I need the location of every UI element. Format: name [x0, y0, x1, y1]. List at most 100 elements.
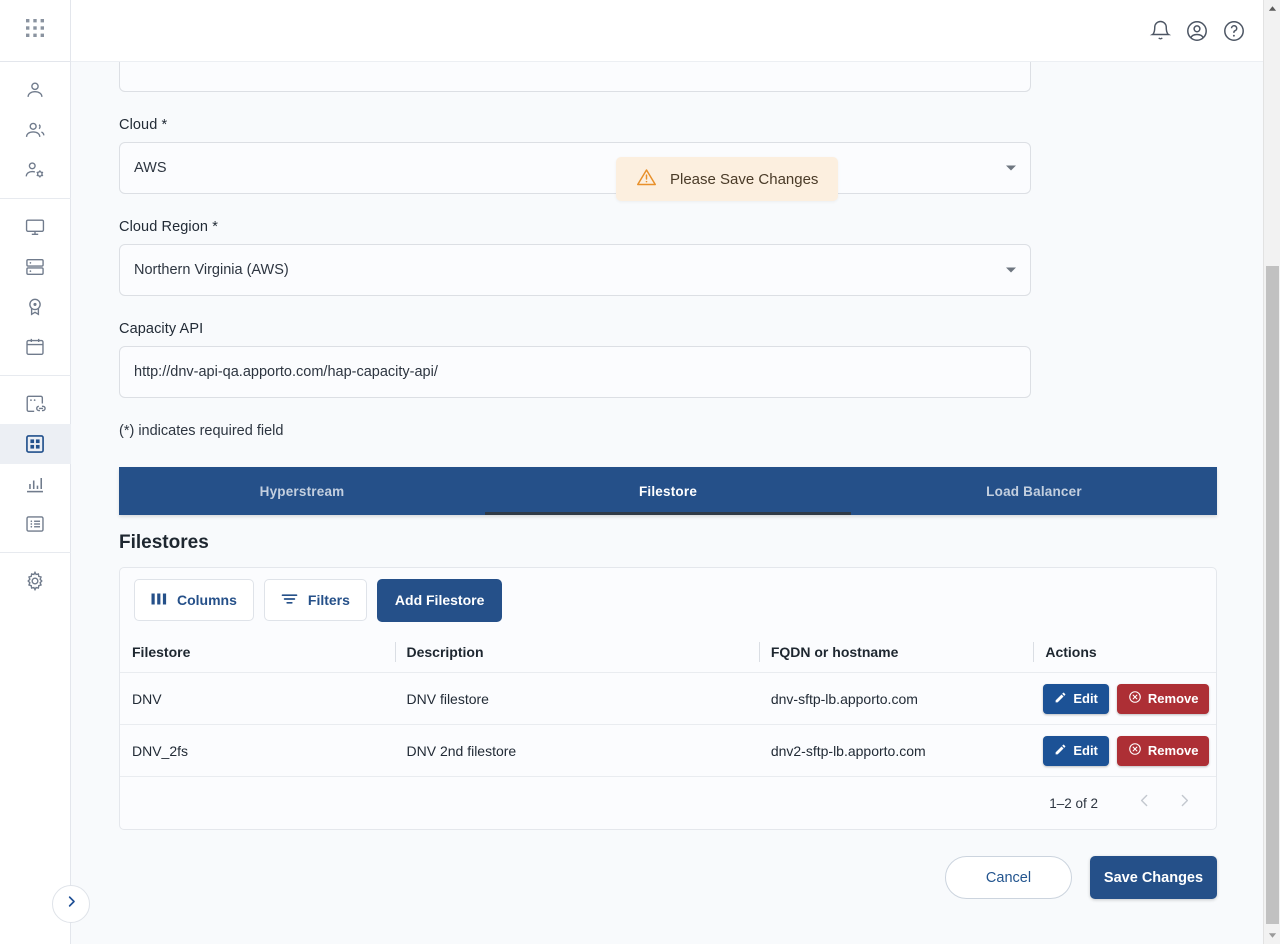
save-changes-button[interactable]: Save Changes [1090, 856, 1217, 899]
app-root: Please Save Changes Cloud * AWS Cloud Re… [0, 0, 1280, 944]
sidebar-item-servers[interactable] [0, 247, 71, 287]
cloud-label: Cloud * [119, 117, 168, 133]
calendar-icon [24, 336, 46, 358]
sidebar-item-reports[interactable] [0, 464, 71, 504]
sidebar-group-platform [0, 376, 71, 553]
pagination-next-button[interactable] [1166, 785, 1202, 821]
cloud-value: AWS [134, 160, 167, 176]
tab-filestore[interactable]: Filestore [485, 467, 851, 515]
circle-x-icon [1128, 742, 1142, 759]
remove-button[interactable]: Remove [1116, 735, 1210, 766]
cancel-button[interactable]: Cancel [945, 856, 1072, 899]
column-header-fqdn: FQDN or hostname [758, 632, 1034, 672]
pencil-icon [1054, 743, 1067, 759]
notifications-icon[interactable] [1149, 19, 1172, 42]
sidebar-item-desktops[interactable] [0, 207, 71, 247]
monitor-icon [24, 216, 46, 238]
chevron-down-icon [1006, 267, 1016, 273]
previous-field-partial[interactable] [119, 62, 1031, 92]
columns-button[interactable]: Columns [134, 579, 254, 621]
chevron-right-icon [1176, 792, 1193, 814]
sidebar-item-infrastructure[interactable] [0, 424, 71, 464]
filter-list-icon [281, 592, 298, 609]
edit-button-label: Edit [1073, 691, 1098, 706]
cell-description: DNV 2nd filestore [406, 742, 517, 759]
save-changes-toast: Please Save Changes [616, 157, 839, 201]
app-launcher-button[interactable] [0, 0, 71, 62]
scroll-up-button[interactable] [1264, 0, 1280, 17]
remove-button[interactable]: Remove [1116, 683, 1210, 714]
sidebar-item-integrations[interactable] [0, 384, 71, 424]
content-area: Please Save Changes Cloud * AWS Cloud Re… [71, 62, 1280, 944]
cell-actions: Edit Remove [1033, 683, 1216, 714]
cell-filestore: DNV [132, 690, 162, 707]
list-icon [24, 513, 46, 535]
filters-button[interactable]: Filters [263, 579, 367, 621]
columns-button-label: Columns [177, 592, 237, 608]
edit-button[interactable]: Edit [1043, 735, 1109, 766]
pagination-prev-button[interactable] [1126, 785, 1162, 821]
sidebar-item-schedule[interactable] [0, 327, 71, 367]
sidebar-item-logs[interactable] [0, 504, 71, 544]
cloud-form: Cloud * AWS Cloud Region * Northern Virg… [71, 62, 1280, 439]
capacity-api-value: http://dnv-api-qa.apporto.com/hap-capaci… [134, 364, 438, 380]
sidebar-item-users[interactable] [0, 110, 71, 150]
server-icon [24, 256, 46, 278]
circle-x-icon [1128, 690, 1142, 707]
remove-button-label: Remove [1147, 743, 1199, 758]
chevron-right-icon [64, 894, 79, 914]
cell-fqdn: dnv2-sftp-lb.apporto.com [770, 742, 926, 759]
award-icon [24, 296, 46, 318]
vertical-scrollbar[interactable] [1263, 0, 1280, 944]
help-icon[interactable] [1222, 19, 1246, 43]
tab-load-balancer[interactable]: Load Balancer [851, 467, 1217, 515]
table-header-row: Filestore Description FQDN or hostname A… [120, 632, 1216, 672]
user-gear-icon [24, 159, 46, 181]
top-bar [71, 0, 1280, 62]
user-icon [24, 79, 46, 101]
scroll-down-button[interactable] [1264, 927, 1280, 944]
capacity-api-input[interactable]: http://dnv-api-qa.apporto.com/hap-capaci… [119, 346, 1031, 398]
section-tabs: Hyperstream Filestore Load Balancer [119, 467, 1217, 515]
edit-button[interactable]: Edit [1043, 683, 1109, 714]
required-field-note: (*) indicates required field [119, 423, 284, 439]
link-card-icon [24, 393, 46, 415]
main-region: Please Save Changes Cloud * AWS Cloud Re… [71, 0, 1280, 944]
remove-button-label: Remove [1147, 691, 1199, 706]
table-pagination: 1–2 of 2 [120, 776, 1216, 829]
sidebar-item-user-settings[interactable] [0, 150, 71, 190]
cloud-region-label: Cloud Region * [119, 219, 218, 235]
column-header-description: Description [394, 632, 759, 672]
account-icon[interactable] [1185, 19, 1209, 43]
sidebar-expand-button[interactable] [52, 885, 90, 923]
cloud-select[interactable]: AWS [119, 142, 1031, 194]
table-row: DNV DNV filestore dnv-sftp-lb.apporto.co… [120, 672, 1216, 724]
add-filestore-button[interactable]: Add Filestore [376, 578, 503, 622]
cell-actions: Edit Remove [1033, 735, 1216, 766]
warning-triangle-icon [636, 167, 657, 192]
gear-icon [24, 570, 46, 592]
page-title: Filestores [119, 532, 209, 553]
sidebar-group-resources [0, 199, 71, 376]
tab-hyperstream[interactable]: Hyperstream [119, 467, 485, 515]
column-header-actions: Actions [1033, 632, 1216, 672]
table-toolbar: Columns Filters Add Filestore [120, 568, 1216, 632]
cell-fqdn: dnv-sftp-lb.apporto.com [770, 690, 918, 707]
users-icon [24, 119, 46, 141]
cell-filestore: DNV_2fs [132, 742, 189, 759]
filestores-table-card: Columns Filters Add Filestore Filestore [119, 567, 1217, 830]
columns-icon [151, 592, 167, 609]
cloud-region-value: Northern Virginia (AWS) [134, 262, 289, 278]
form-footer-actions: Cancel Save Changes [119, 856, 1217, 899]
sidebar-item-user[interactable] [0, 70, 71, 110]
pencil-icon [1054, 691, 1067, 707]
sidebar-item-settings[interactable] [0, 561, 71, 601]
sidebar [0, 0, 90, 944]
sidebar-item-licenses[interactable] [0, 287, 71, 327]
apps-grid-icon [24, 17, 46, 44]
filters-button-label: Filters [307, 592, 350, 608]
chevron-left-icon [1136, 792, 1153, 814]
chevron-down-icon [1006, 165, 1016, 171]
cloud-region-select[interactable]: Northern Virginia (AWS) [119, 244, 1031, 296]
scrollbar-thumb[interactable] [1266, 266, 1279, 924]
